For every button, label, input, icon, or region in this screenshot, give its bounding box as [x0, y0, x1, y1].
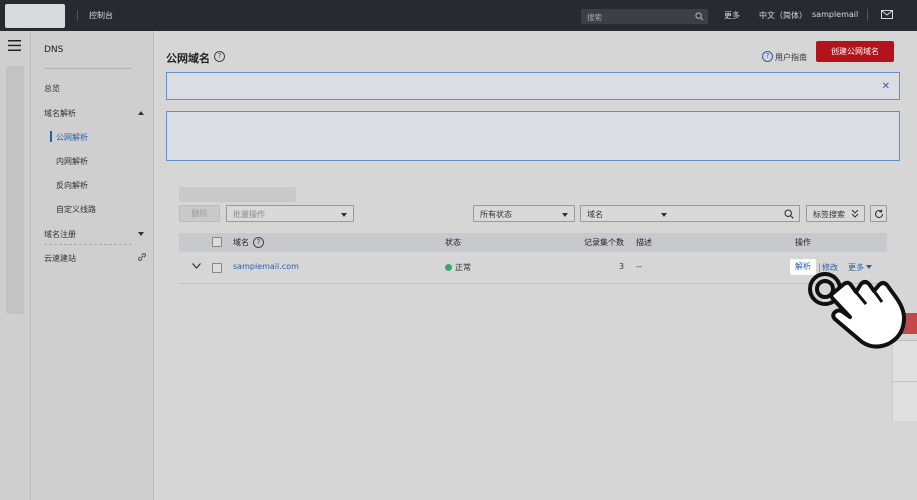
hamburger-menu-icon[interactable] — [8, 40, 21, 51]
chevron-down-icon — [562, 213, 568, 217]
user-account-menu[interactable]: samplemail — [812, 10, 858, 19]
create-public-domain-button[interactable]: 创建公网域名 — [816, 41, 894, 62]
double-chevron-down-icon — [851, 209, 859, 218]
chevron-down-icon — [661, 213, 667, 217]
table-header — [179, 233, 887, 252]
delete-button[interactable]: 删除 — [179, 205, 220, 222]
record-set-count: 3 — [619, 262, 625, 271]
sidebar-item-domain-registration[interactable]: 域名注册 — [44, 229, 76, 240]
external-link-icon — [138, 253, 146, 261]
divider — [867, 9, 868, 21]
search-field-label: 域名 — [587, 210, 603, 219]
tap-hand-cursor-icon — [808, 272, 906, 349]
tag-search-label: 标签搜索 — [813, 210, 845, 219]
domain-search-input[interactable] — [673, 205, 800, 222]
info-panel — [166, 111, 900, 161]
language-switch[interactable]: 中文（简体） — [759, 10, 807, 21]
tag-search-button[interactable]: 标签搜索 — [806, 205, 865, 222]
select-all-checkbox[interactable] — [212, 237, 222, 247]
status-filter-select[interactable]: 所有状态 — [473, 205, 575, 222]
notice-banner: ✕ — [166, 72, 900, 100]
close-icon[interactable]: ✕ — [882, 82, 890, 92]
column-header-description: 描述 — [636, 238, 652, 247]
sidebar-item-reverse-resolution[interactable]: 反向解析 — [56, 180, 88, 191]
domain-link[interactable]: samplemail.com — [233, 262, 299, 271]
sidebar-item-public-resolution[interactable]: 公网解析 — [56, 132, 88, 143]
column-header-actions: 操作 — [795, 238, 811, 247]
search-field-select[interactable]: 域名 — [580, 205, 674, 222]
global-search-input[interactable]: 搜索 — [581, 9, 708, 24]
divider — [44, 68, 132, 69]
user-guide-label: 用户指南 — [775, 53, 807, 62]
divider — [77, 10, 78, 21]
dns-sidebar: DNS 总览 域名解析 公网解析 内网解析 反向解析 自定义线路 域名注册 云速… — [31, 31, 154, 500]
column-header-domain[interactable]: 域名 — [233, 237, 249, 248]
expand-row-chevron-icon[interactable] — [192, 263, 201, 269]
refresh-button[interactable] — [870, 205, 887, 222]
logo[interactable] — [5, 4, 65, 28]
batch-operations-select[interactable]: 批量操作 — [226, 205, 354, 222]
search-icon[interactable] — [695, 12, 704, 21]
collapse-arrow-icon[interactable] — [138, 111, 144, 115]
help-icon[interactable]: ? — [214, 51, 225, 62]
refresh-icon — [875, 209, 884, 219]
column-header-record-sets[interactable]: 记录集个数 — [584, 237, 624, 248]
console-link[interactable]: 控制台 — [89, 10, 113, 21]
column-header-status[interactable]: 状态 — [445, 237, 461, 248]
divider — [179, 283, 887, 284]
description-text: -- — [636, 262, 642, 271]
active-indicator — [50, 131, 52, 142]
search-icon[interactable] — [784, 209, 794, 219]
sidebar-item-site-building[interactable]: 云速建站 — [44, 253, 76, 264]
status-filter-label: 所有状态 — [480, 210, 512, 219]
divider — [44, 244, 132, 245]
mail-icon[interactable] — [881, 10, 893, 19]
sidebar-item-domain-resolution[interactable]: 域名解析 — [44, 108, 76, 119]
help-circle-icon: ? — [762, 51, 773, 62]
page-title: 公网域名 — [166, 52, 210, 65]
service-rail — [0, 31, 31, 500]
sidebar-title: DNS — [44, 45, 64, 55]
row-checkbox[interactable] — [212, 263, 222, 273]
status-ok-icon — [445, 264, 452, 271]
status-text: 正常 — [455, 263, 471, 272]
top-more-menu[interactable]: 更多 — [724, 10, 740, 21]
expand-arrow-icon[interactable] — [138, 232, 144, 236]
chevron-down-icon — [341, 213, 347, 217]
search-placeholder: 搜索 — [587, 13, 602, 22]
sidebar-item-custom-line[interactable]: 自定义线路 — [56, 204, 96, 215]
batch-operations-label: 批量操作 — [233, 210, 265, 219]
top-navigation-bar: 控制台 搜索 更多 中文（简体） samplemail — [0, 0, 917, 31]
sidebar-item-private-resolution[interactable]: 内网解析 — [56, 156, 88, 167]
sidebar-item-overview[interactable]: 总览 — [44, 83, 60, 94]
help-icon[interactable]: ? — [253, 237, 264, 248]
floating-toolbar[interactable] — [892, 340, 917, 421]
tab-placeholder — [179, 187, 296, 202]
service-list-placeholder — [6, 66, 24, 314]
